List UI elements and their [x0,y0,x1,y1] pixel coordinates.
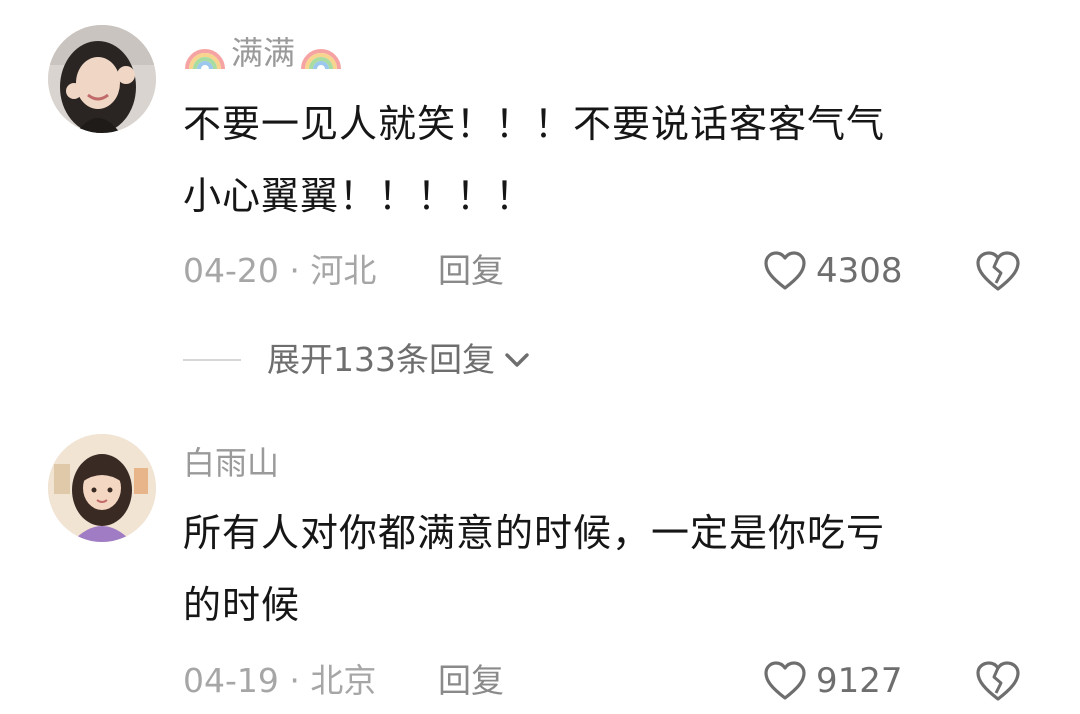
date-location: 04-19 · 北京 [183,661,377,700]
comment-text[interactable]: 所有人对你都满意的时候，一定是你吃亏 的时候 [183,497,1023,641]
like-button[interactable]: 9127 [762,660,903,702]
comment-item: 白雨山 所有人对你都满意的时候，一定是你吃亏 的时候 04-19 · 北京 回复… [0,0,1080,714]
comment-text-line: 的时候 [183,583,301,627]
avatar[interactable] [48,434,156,542]
username-text: 白雨山 [183,444,280,482]
comment-text-line: 所有人对你都满意的时候，一定是你吃亏 [183,511,886,555]
like-count: 9127 [816,661,903,701]
username[interactable]: 白雨山 [183,443,279,483]
broken-heart-icon [976,661,1020,701]
heart-outline-icon [764,661,806,700]
reply-button[interactable]: 回复 [438,661,504,701]
dislike-button[interactable] [974,659,1022,703]
